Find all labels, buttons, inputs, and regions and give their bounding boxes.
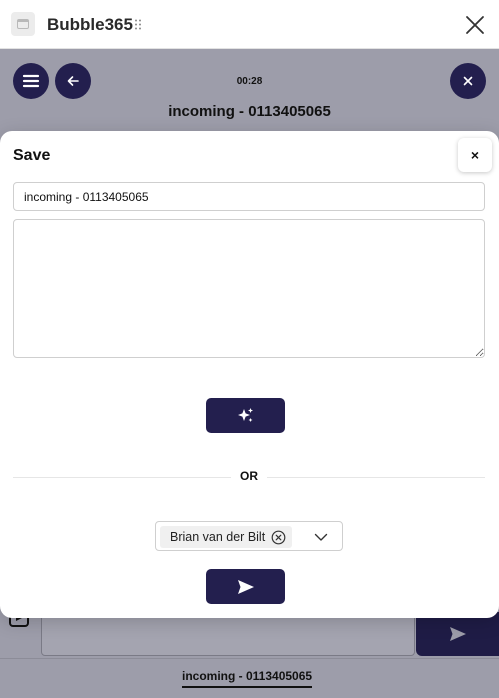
send-icon bbox=[449, 627, 466, 641]
send-icon bbox=[237, 579, 254, 594]
ai-generate-button[interactable] bbox=[206, 398, 285, 433]
message-send-button-background bbox=[416, 612, 499, 656]
assignee-select[interactable]: Brian van der Bilt bbox=[155, 521, 343, 551]
send-button[interactable] bbox=[206, 569, 285, 604]
divider-right bbox=[267, 477, 485, 478]
assignee-name: Brian van der Bilt bbox=[170, 530, 266, 544]
sparkles-icon bbox=[237, 407, 253, 422]
window-close-icon[interactable] bbox=[464, 14, 486, 36]
app-titlebar: Bubble365 bbox=[0, 0, 499, 49]
call-timer: 00:28 bbox=[236, 76, 263, 87]
chevron-down-icon[interactable] bbox=[314, 530, 328, 544]
call-title: incoming - 0113405065 bbox=[168, 103, 331, 120]
app-window-icon bbox=[11, 12, 35, 36]
circle-x-icon[interactable] bbox=[271, 530, 286, 545]
notes-textarea[interactable] bbox=[13, 219, 485, 358]
app-title: Bubble365 bbox=[47, 15, 133, 34]
modal-title: Save bbox=[13, 147, 51, 164]
tab-incoming-call[interactable]: incoming - 0113405065 bbox=[182, 669, 313, 688]
save-modal: Save × OR Brian van der Bilt bbox=[0, 131, 499, 618]
drag-handle-icon[interactable] bbox=[134, 19, 142, 30]
assignee-chip: Brian van der Bilt bbox=[160, 526, 293, 548]
modal-close-button[interactable]: × bbox=[458, 138, 492, 172]
message-textarea-background bbox=[41, 612, 415, 656]
title-input[interactable] bbox=[13, 182, 485, 211]
or-separator: OR bbox=[235, 469, 263, 483]
divider-left bbox=[13, 477, 231, 478]
